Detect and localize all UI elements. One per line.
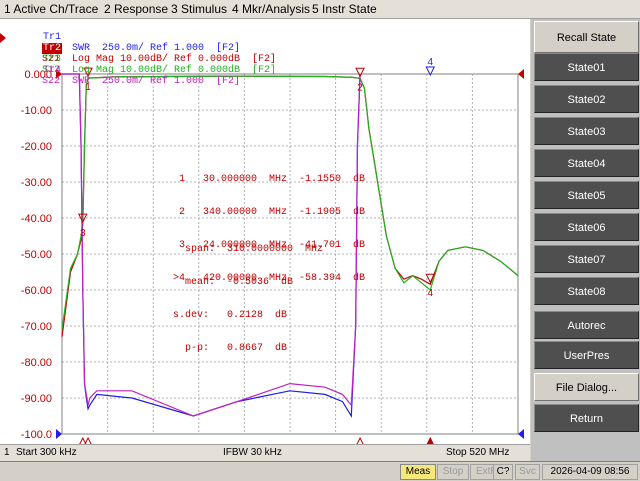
softkey-autorec[interactable]: Autorec <box>534 311 639 339</box>
graph-area: 0.000 -10.00 -20.00 -30.00 -40.00 -50.00 -60.0… <box>0 19 530 444</box>
stats-sdev: s.dev: 0.2128 dB <box>173 310 288 321</box>
menu-bar: 1 Active Ch/Trace 2 Response 3 Stimulus … <box>0 0 640 19</box>
stats-mean: mean: -0.5036 dB <box>173 277 294 288</box>
y-tick-label: -80.00 <box>21 357 52 369</box>
softkey-state05[interactable]: State05 <box>534 181 639 209</box>
trace-line-3[interactable]: Tr3 S12 Log Mag 10.00dB/ Ref 0.000dB [F2… <box>6 43 276 76</box>
menu-response[interactable]: 2 Response <box>104 2 168 16</box>
marker-label: 3 <box>80 228 86 239</box>
stats-pp: p-p: 0.8667 dB <box>173 343 288 354</box>
menu-mkr-analysis[interactable]: 4 Mkr/Analysis <box>232 2 310 16</box>
y-tick-label: -50.00 <box>21 249 52 261</box>
status-datetime: 2026-04-09 08:56 <box>542 464 638 480</box>
softkey-state06[interactable]: State06 <box>534 213 639 241</box>
softkey-state01[interactable]: State01 <box>534 53 639 81</box>
stop-frequency[interactable]: Stop 520 MHz <box>446 447 509 458</box>
channel-number: 1 <box>4 447 10 458</box>
menu-active-ch-trace[interactable]: 1 Active Ch/Trace <box>4 2 98 16</box>
status-c2-hidden: C? <box>493 464 513 480</box>
softkey-return[interactable]: Return <box>534 404 639 432</box>
softkey-state03[interactable]: State03 <box>534 117 639 145</box>
marker-row-1: 1 30.000000 MHz -1.1550 dB <box>173 174 366 185</box>
softkey-panel: Recall State State01 State02 State03 State04… <box>531 19 640 461</box>
trace-text-4: S22 SWR 250.0m/ Ref 1.000 [F2] <box>42 76 241 87</box>
trace-id-4: Tr4 <box>43 65 62 76</box>
trace-text-3: S12 Log Mag 10.00dB/ Ref 0.000dB [F2] <box>42 65 277 76</box>
trace-line-1[interactable]: Tr1 S11 SWR 250.0m/ Ref 1.000 [F2] <box>6 21 240 54</box>
y-tick-label: -70.00 <box>21 321 52 333</box>
start-frequency[interactable]: Start 300 kHz <box>16 447 77 458</box>
trace-line-2[interactable]: Tr2 S21 Log Mag 10.00dB/ Ref 0.000dB [F2… <box>6 32 276 65</box>
marker-label: 4 <box>427 288 433 299</box>
active-trace-arrow-icon <box>0 33 6 43</box>
y-tick-label: -10.00 <box>21 105 52 117</box>
y-tick-label: -90.00 <box>21 393 52 405</box>
bottom-ref-arrow-icon <box>56 429 62 439</box>
softkey-state07[interactable]: State07 <box>534 245 639 273</box>
bottom-ref-arrow-right-icon <box>518 429 524 439</box>
softkey-userpres[interactable]: UserPres <box>534 341 639 369</box>
y-tick-label: -60.00 <box>21 285 52 297</box>
status-svc: Svc <box>515 464 540 480</box>
status-bar: Meas Stop ExtRef Svc C? 2026-04-09 08:56 <box>0 461 640 481</box>
status-meas: Meas <box>400 464 436 480</box>
softkey-state02[interactable]: State02 <box>534 85 639 113</box>
y-tick-label: -20.00 <box>21 141 52 153</box>
menu-instr-state[interactable]: 5 Instr State <box>312 2 377 16</box>
y-tick-label: -30.00 <box>21 177 52 189</box>
softkey-state08[interactable]: State08 <box>534 277 639 305</box>
trace-line-4[interactable]: Tr4 S22 SWR 250.0m/ Ref 1.000 [F2] <box>6 54 240 87</box>
softkey-file-dialog[interactable]: File Dialog... <box>534 373 639 401</box>
channel-bottom-bar: 1 Start 300 kHz IFBW 30 kHz Stop 520 MHz <box>0 444 530 461</box>
trace-header: Tr1 S11 SWR 250.0m/ Ref 1.000 [F2] Tr2 S… <box>0 19 530 87</box>
y-tick-label: -100.0 <box>21 429 52 441</box>
marker-statistics: span: 310.0000000 MHz mean: -0.5036 dB s… <box>173 222 323 376</box>
y-tick-label: -40.00 <box>21 213 52 225</box>
softkey-recall-state[interactable]: Recall State <box>534 21 639 53</box>
menu-stimulus[interactable]: 3 Stimulus <box>171 2 227 16</box>
status-stop: Stop <box>437 464 469 480</box>
marker-row-2: 2 340.00000 MHz -1.1905 dB <box>173 207 366 218</box>
ifbw-value[interactable]: IFBW 30 kHz <box>223 447 282 458</box>
ref-arrow-right-icon <box>518 69 524 79</box>
marker-label: 2 <box>357 82 363 93</box>
softkey-state04[interactable]: State04 <box>534 149 639 177</box>
stats-span: span: 310.0000000 MHz <box>173 244 324 255</box>
